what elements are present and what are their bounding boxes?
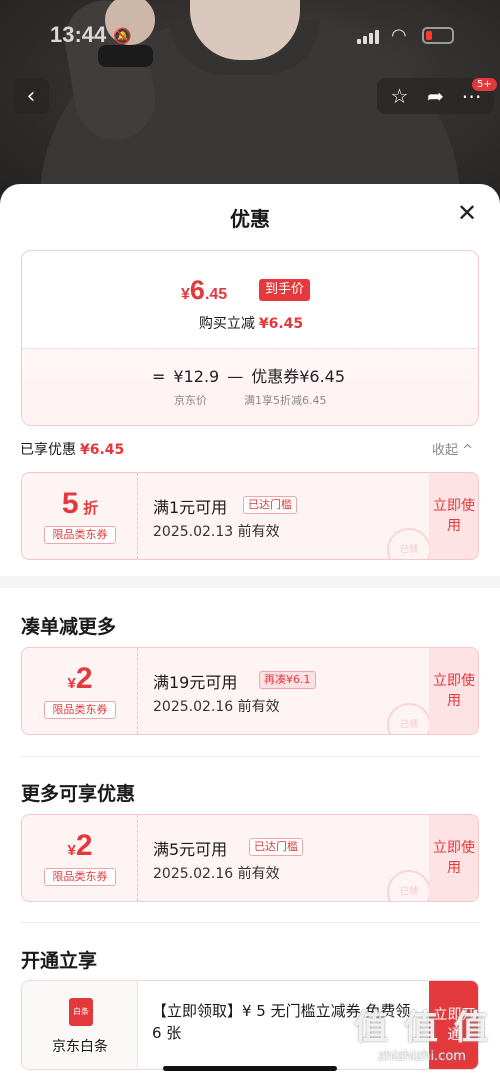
price-formula: = ¥12.9— 优惠券¥6.45 — [152, 367, 346, 386]
battery-icon — [422, 27, 454, 44]
coupon-kind: 限品类东券 — [44, 526, 116, 544]
coupon-rule-label: 满1享5折减6.45 — [244, 394, 327, 407]
coupon-condition: 满1元可用 — [153, 498, 228, 517]
coupon-validity: 2025.02.16 前有效 — [153, 866, 280, 882]
mute-icon: 🔕 — [113, 27, 132, 45]
section-title-extra: 更多可享优惠 — [21, 783, 136, 805]
coupon-status-chip: 再凑¥6.1 — [259, 671, 316, 689]
coupon-condition: 满5元可用 — [153, 840, 228, 859]
use-now-button[interactable]: 立即使用 — [429, 815, 478, 901]
instant-discount: 购买立减 ¥6.45 — [198, 316, 304, 332]
coupon-card: ¥2 限品类东券 满5元可用 已达门槛 2025.02.16 前有效 已领 立即… — [21, 814, 479, 902]
close-icon: ✕ — [456, 199, 478, 227]
star-icon[interactable]: ☆ — [382, 84, 418, 108]
section-separator — [20, 922, 480, 923]
section-title-open: 开通立享 — [21, 950, 98, 972]
baitiao-name: 京东白条 — [52, 1039, 108, 1055]
message-badge: 5+ — [472, 78, 497, 91]
section-divider — [0, 576, 500, 588]
chevron-left-icon: ‹ — [26, 83, 36, 109]
final-price: ¥6.45 — [181, 275, 228, 305]
enjoyed-discount-label: 已享优惠 ¥6.45 — [20, 442, 125, 458]
signal-icon — [357, 28, 379, 44]
coupon-status-chip: 已达门槛 — [249, 838, 303, 856]
coupon-kind: 限品类东券 — [44, 868, 116, 886]
discount-sheet: 优惠 ✕ ¥6.45 到手价 购买立减 ¥6.45 = ¥12.9— 优惠券¥6.45… — [0, 184, 500, 1083]
sheet-title: 优惠 — [230, 207, 270, 231]
section-separator — [20, 756, 480, 757]
coupon-value: ¥2 — [67, 829, 93, 862]
coupon-validity: 2025.02.16 前有效 — [153, 699, 280, 715]
status-bar: 13:44 🔕 ◠ — [0, 22, 500, 52]
close-button[interactable]: ✕ — [452, 198, 482, 228]
price-breakdown-card: ¥6.45 到手价 购买立减 ¥6.45 = ¥12.9— 优惠券¥6.45 京东价 … — [21, 250, 479, 426]
coupon-value: ¥2 — [67, 662, 93, 695]
baitiao-logo-icon: 白条 — [69, 998, 93, 1026]
back-button[interactable]: ‹ — [13, 78, 49, 114]
wifi-icon: ◠ — [391, 25, 407, 46]
coupon-card: 5 折 限品类东券 满1元可用 已达门槛 2025.02.13 前有效 已领 立… — [21, 472, 479, 560]
use-now-button[interactable]: 立即使用 — [429, 473, 478, 559]
coupon-card: ¥2 限品类东券 满19元可用 再凑¥6.1 2025.02.16 前有效 已领… — [21, 647, 479, 735]
section-title-more: 凑单减更多 — [21, 616, 117, 638]
watermark-url: zhizhizhi.com — [378, 1049, 466, 1064]
watermark: 值 值 值 zhizhizhi.com — [352, 1000, 492, 1064]
status-time: 13:44 — [50, 22, 107, 47]
coupon-condition: 满19元可用 — [153, 673, 238, 692]
coupon-status-chip: 已达门槛 — [243, 496, 297, 514]
final-price-tag: 到手价 — [259, 279, 311, 301]
share-icon[interactable]: ➦ — [418, 84, 454, 108]
use-now-button[interactable]: 立即使用 — [429, 648, 478, 734]
collapse-toggle[interactable]: 收起 ^ — [432, 439, 473, 458]
jd-price-label: 京东价 — [174, 394, 207, 407]
coupon-kind: 限品类东券 — [44, 701, 116, 719]
home-indicator[interactable] — [163, 1066, 337, 1071]
coupon-value: 5 折 — [61, 487, 99, 520]
watermark-logo: 值 值 值 — [354, 1008, 490, 1048]
coupon-validity: 2025.02.13 前有效 — [153, 524, 280, 540]
